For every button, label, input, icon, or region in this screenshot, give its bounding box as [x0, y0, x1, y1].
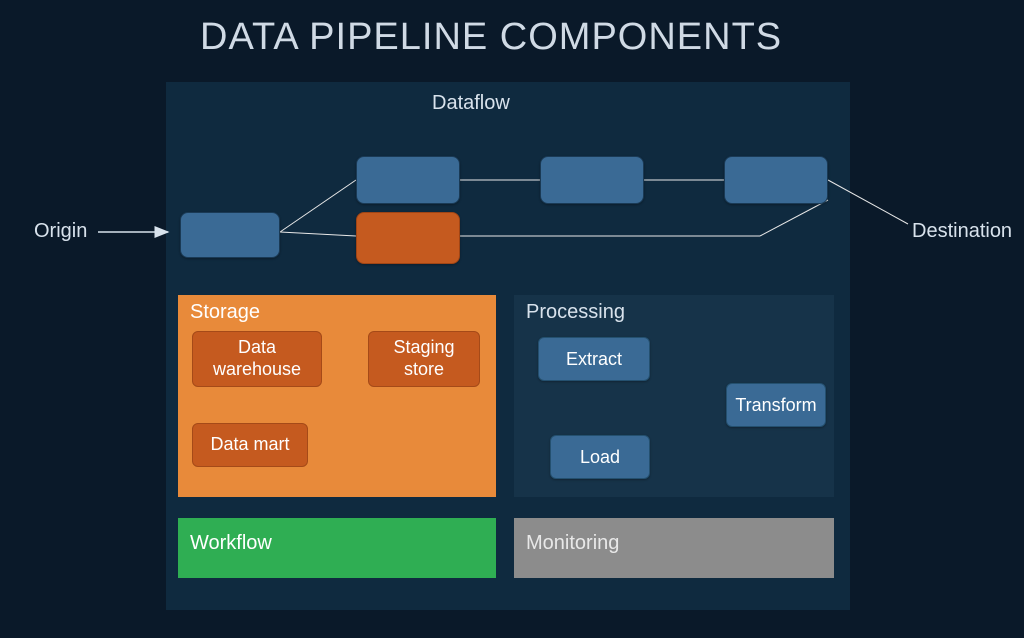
processing-panel: Processing Extract Transform Load [514, 295, 834, 497]
monitoring-panel: Monitoring [514, 518, 834, 578]
dataflow-node-4 [540, 156, 644, 204]
monitoring-title: Monitoring [526, 532, 619, 555]
storage-title: Storage [190, 301, 260, 324]
dataflow-node-3-orange [356, 212, 460, 264]
dataflow-node-1 [180, 212, 280, 258]
processing-transform: Transform [726, 383, 826, 427]
processing-title: Processing [526, 301, 625, 324]
destination-label: Destination [912, 220, 1012, 243]
dataflow-label: Dataflow [432, 92, 510, 115]
storage-data-warehouse: Data warehouse [192, 331, 322, 387]
storage-data-mart: Data mart [192, 423, 308, 467]
page-title: DATA PIPELINE COMPONENTS [200, 16, 782, 59]
dataflow-node-5 [724, 156, 828, 204]
storage-staging-store: Staging store [368, 331, 480, 387]
processing-load: Load [550, 435, 650, 479]
dataflow-node-2 [356, 156, 460, 204]
processing-extract: Extract [538, 337, 650, 381]
workflow-title: Workflow [190, 532, 272, 555]
workflow-panel: Workflow [178, 518, 496, 578]
origin-label: Origin [34, 220, 87, 243]
storage-panel: Storage Data warehouse Staging store Dat… [178, 295, 496, 497]
